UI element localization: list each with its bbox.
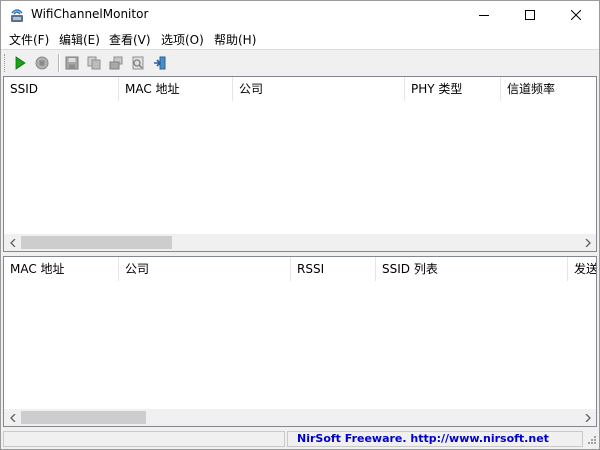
menu-file[interactable]: 文件(F) <box>9 31 49 48</box>
main-window: WifiChannelMonitor 文件(F) 编辑(E) 查看(V) 选项(… <box>0 0 600 450</box>
menu-view[interactable]: 查看(V) <box>109 31 151 48</box>
column-company[interactable]: 公司 <box>233 77 405 101</box>
minimize-icon <box>479 15 489 16</box>
column-sent-frames[interactable]: 发送帧 <box>568 257 596 281</box>
window-title: WifiChannelMonitor <box>31 7 149 21</box>
column-channel-frequency[interactable]: 信道频率 <box>501 77 596 101</box>
maximize-icon <box>525 10 535 20</box>
save-icon <box>65 56 79 70</box>
toolbar-separator <box>58 54 60 72</box>
exit-icon <box>154 56 166 70</box>
start-capture-icon <box>15 56 26 70</box>
status-bar: NirSoft Freeware. http://www.nirsoft.net <box>1 429 599 449</box>
scroll-left-button[interactable] <box>4 409 21 426</box>
scroll-left-button[interactable] <box>4 234 21 251</box>
html-report-button[interactable] <box>106 53 126 73</box>
column-ssid[interactable]: SSID <box>4 77 119 101</box>
copy-button[interactable] <box>84 53 104 73</box>
properties-icon <box>132 56 144 70</box>
close-button[interactable] <box>553 1 599 29</box>
chevron-right-icon <box>585 413 591 422</box>
menu-edit[interactable]: 编辑(E) <box>59 31 100 48</box>
stations-list[interactable]: MAC 地址 公司 RSSI SSID 列表 发送帧 <box>3 256 597 427</box>
column-company[interactable]: 公司 <box>119 257 291 281</box>
column-mac-address[interactable]: MAC 地址 <box>119 77 233 101</box>
copy-icon <box>87 56 101 70</box>
properties-button[interactable] <box>128 53 148 73</box>
column-rssi[interactable]: RSSI <box>291 257 376 281</box>
scroll-right-button[interactable] <box>579 234 596 251</box>
stop-capture-icon <box>35 56 49 70</box>
minimize-button[interactable] <box>461 1 507 29</box>
stations-list-hscrollbar[interactable] <box>4 409 596 426</box>
scroll-thumb[interactable] <box>21 236 172 249</box>
html-report-icon <box>109 56 123 70</box>
resize-grip-icon[interactable] <box>585 435 597 447</box>
networks-list-hscrollbar[interactable] <box>4 234 596 251</box>
scroll-right-button[interactable] <box>579 409 596 426</box>
chevron-left-icon <box>9 413 15 422</box>
save-button[interactable] <box>62 53 82 73</box>
app-wifi-icon <box>11 9 23 22</box>
menu-help[interactable]: 帮助(H) <box>214 31 256 48</box>
networks-list-header: SSID MAC 地址 公司 PHY 类型 信道频率 <box>4 77 596 101</box>
menu-bar: 文件(F) 编辑(E) 查看(V) 选项(O) 帮助(H) <box>1 29 599 49</box>
networks-list[interactable]: SSID MAC 地址 公司 PHY 类型 信道频率 <box>3 76 597 252</box>
column-phy-type[interactable]: PHY 类型 <box>405 77 501 101</box>
menu-options[interactable]: 选项(O) <box>161 31 204 48</box>
nirsoft-link[interactable]: NirSoft Freeware. http://www.nirsoft.net <box>297 432 549 445</box>
chevron-right-icon <box>585 238 591 247</box>
close-icon <box>571 10 581 20</box>
title-bar: WifiChannelMonitor <box>1 1 599 29</box>
column-mac-address[interactable]: MAC 地址 <box>4 257 119 281</box>
maximize-button[interactable] <box>507 1 553 29</box>
column-ssid-list[interactable]: SSID 列表 <box>376 257 568 281</box>
start-capture-button[interactable] <box>10 53 30 73</box>
stations-list-header: MAC 地址 公司 RSSI SSID 列表 发送帧 <box>4 257 596 281</box>
scroll-thumb[interactable] <box>21 411 146 424</box>
stop-capture-button[interactable] <box>32 53 52 73</box>
status-cell <box>3 431 285 447</box>
exit-button[interactable] <box>150 53 170 73</box>
toolbar-grip <box>4 54 8 72</box>
toolbar <box>1 49 599 76</box>
chevron-left-icon <box>9 238 15 247</box>
